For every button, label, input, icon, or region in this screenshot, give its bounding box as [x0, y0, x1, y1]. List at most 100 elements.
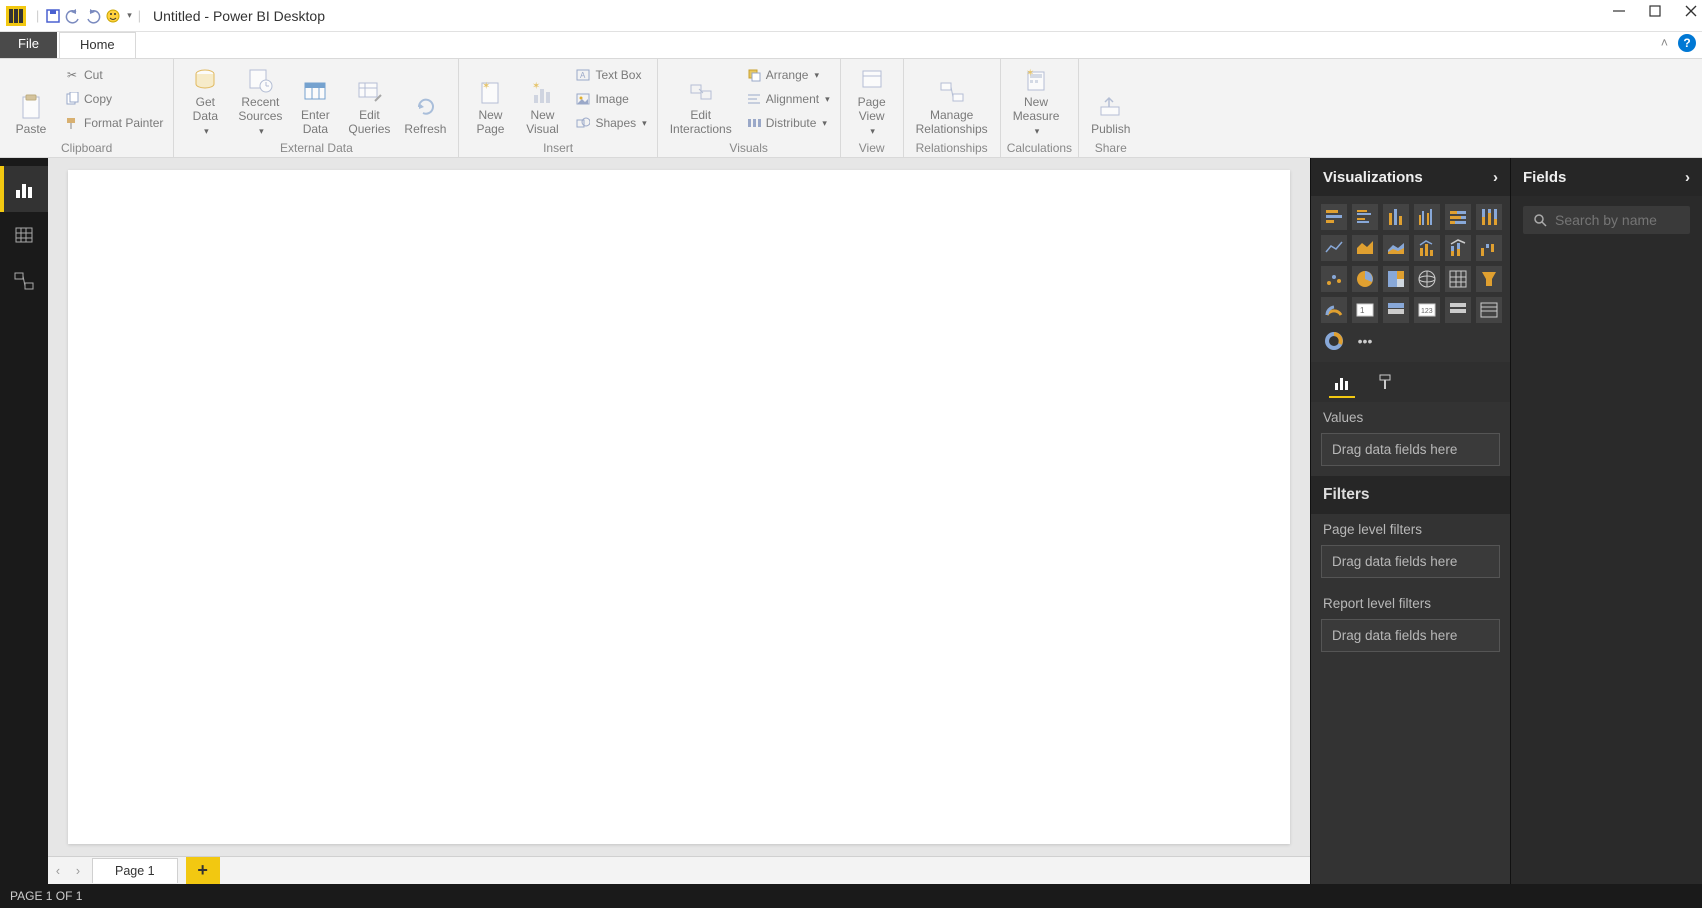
file-tab[interactable]: File	[0, 32, 57, 58]
format-painter-button[interactable]: Format Painter	[60, 112, 167, 134]
shapes-button[interactable]: Shapes▾	[571, 112, 650, 134]
fields-search-input[interactable]	[1555, 212, 1680, 228]
edit-queries-button[interactable]: Edit Queries	[342, 63, 396, 141]
viz-table[interactable]	[1476, 297, 1502, 323]
edit-interactions-button[interactable]: Edit Interactions	[664, 63, 738, 141]
viz-100-stacked-column[interactable]	[1476, 204, 1502, 230]
enter-data-icon	[301, 79, 329, 107]
viz-filled-map[interactable]	[1445, 266, 1471, 292]
fields-tab[interactable]	[1329, 372, 1355, 398]
new-page-button[interactable]: ✶New Page	[465, 63, 515, 141]
page-tab-1[interactable]: Page 1	[92, 858, 178, 883]
new-measure-button[interactable]: ✶New Measure▾	[1007, 63, 1066, 141]
model-view-button[interactable]	[0, 258, 48, 304]
viz-card[interactable]: 1	[1352, 297, 1378, 323]
page-prev-button[interactable]: ‹	[48, 864, 68, 878]
viz-100-stacked-bar[interactable]	[1445, 204, 1471, 230]
refresh-button[interactable]: Refresh	[398, 63, 452, 141]
new-measure-icon: ✶	[1022, 66, 1050, 94]
copy-button[interactable]: Copy	[60, 88, 167, 110]
fields-header[interactable]: Fields ›	[1511, 158, 1702, 196]
values-dropzone[interactable]: Drag data fields here	[1321, 433, 1500, 466]
separator: |	[36, 9, 39, 23]
arrange-button[interactable]: Arrange▾	[742, 64, 834, 86]
collapse-ribbon-icon[interactable]: ˄	[1661, 36, 1668, 50]
page-filters-dropzone[interactable]: Drag data fields here	[1321, 545, 1500, 578]
viz-treemap[interactable]	[1383, 266, 1409, 292]
viz-line[interactable]	[1321, 235, 1347, 261]
add-page-button[interactable]: +	[186, 857, 220, 885]
fields-search[interactable]	[1523, 206, 1690, 234]
viz-funnel[interactable]	[1476, 266, 1502, 292]
svg-text:✶: ✶	[1026, 68, 1034, 79]
chevron-right-icon: ›	[1493, 169, 1498, 186]
svg-text:123: 123	[1421, 308, 1433, 315]
viz-map[interactable]	[1414, 266, 1440, 292]
status-bar: PAGE 1 OF 1	[0, 884, 1702, 908]
text-box-icon: A	[575, 67, 591, 83]
viz-multi-row-card[interactable]	[1383, 297, 1409, 323]
viz-waterfall[interactable]	[1476, 235, 1502, 261]
viz-gauge[interactable]	[1321, 297, 1347, 323]
page-next-button[interactable]: ›	[68, 864, 88, 878]
separator: |	[138, 9, 141, 23]
viz-area[interactable]	[1352, 235, 1378, 261]
home-tab[interactable]: Home	[59, 32, 136, 58]
redo-icon[interactable]	[85, 8, 101, 24]
format-tab[interactable]	[1373, 369, 1399, 395]
save-icon[interactable]	[45, 8, 61, 24]
viz-clustered-bar[interactable]	[1352, 204, 1378, 230]
edit-queries-icon	[355, 79, 383, 107]
group-label: Calculations	[1007, 141, 1072, 157]
close-button[interactable]	[1684, 4, 1698, 18]
page-status: PAGE 1 OF 1	[10, 889, 82, 903]
viz-clustered-column[interactable]	[1414, 204, 1440, 230]
search-icon	[1533, 213, 1547, 227]
svg-text:✶: ✶	[532, 81, 540, 92]
text-box-button[interactable]: AText Box	[571, 64, 650, 86]
new-visual-button[interactable]: ✶New Visual	[517, 63, 567, 141]
qat-dropdown-icon[interactable]: ▾	[127, 10, 132, 21]
viz-combo-line-stacked[interactable]	[1445, 235, 1471, 261]
image-button[interactable]: Image	[571, 88, 650, 110]
viz-scatter[interactable]	[1321, 266, 1347, 292]
group-label: Clipboard	[6, 141, 167, 157]
get-data-button[interactable]: Get Data▾	[180, 63, 230, 141]
maximize-button[interactable]	[1648, 4, 1662, 18]
page-view-icon	[858, 66, 886, 94]
help-button[interactable]: ?	[1678, 34, 1696, 52]
app-icon	[6, 6, 26, 26]
viz-pie[interactable]	[1352, 266, 1378, 292]
paste-button[interactable]: Paste	[6, 63, 56, 141]
publish-button[interactable]: Publish	[1085, 63, 1136, 141]
viz-stacked-column[interactable]	[1383, 204, 1409, 230]
enter-data-button[interactable]: Enter Data	[290, 63, 340, 141]
visualizations-header[interactable]: Visualizations ›	[1311, 158, 1510, 196]
page-view-button[interactable]: Page View▾	[847, 63, 897, 141]
filters-header: Filters	[1311, 476, 1510, 514]
viz-more[interactable]: •••	[1352, 328, 1378, 354]
report-view-button[interactable]	[0, 166, 48, 212]
viz-donut[interactable]	[1321, 328, 1347, 354]
recent-sources-button[interactable]: Recent Sources▾	[232, 63, 288, 141]
viz-slicer[interactable]	[1445, 297, 1471, 323]
report-canvas[interactable]	[68, 170, 1290, 844]
viz-stacked-bar[interactable]	[1321, 204, 1347, 230]
viz-stacked-area[interactable]	[1383, 235, 1409, 261]
distribute-button[interactable]: Distribute▾	[742, 112, 834, 134]
alignment-button[interactable]: Alignment▾	[742, 88, 834, 110]
get-data-icon	[191, 66, 219, 94]
viz-combo-line-column[interactable]	[1414, 235, 1440, 261]
data-view-button[interactable]	[0, 212, 48, 258]
cut-button[interactable]: ✂Cut	[60, 64, 167, 86]
undo-icon[interactable]	[65, 8, 81, 24]
minimize-button[interactable]	[1612, 4, 1626, 18]
report-filters-dropzone[interactable]: Drag data fields here	[1321, 619, 1500, 652]
visualizations-panel: Visualizations › 1 123	[1310, 158, 1510, 884]
ribbon-group-external-data: Get Data▾ Recent Sources▾ Enter Data Edi…	[174, 59, 459, 157]
manage-relationships-button[interactable]: Manage Relationships	[910, 63, 994, 141]
smiley-icon[interactable]	[105, 8, 121, 24]
manage-relationships-icon	[938, 79, 966, 107]
viz-kpi[interactable]: 123	[1414, 297, 1440, 323]
ribbon-tabs: File Home ˄ ?	[0, 32, 1702, 58]
